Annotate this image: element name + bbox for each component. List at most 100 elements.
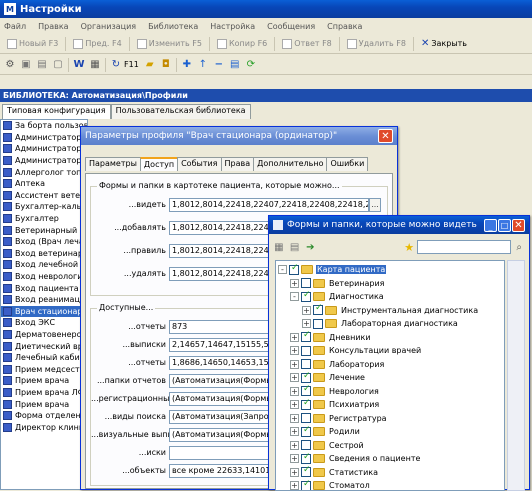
node-checkbox[interactable] xyxy=(301,479,311,490)
lock-icon[interactable]: ◘ xyxy=(159,58,173,72)
list-item[interactable]: Вход лечебной фи... xyxy=(1,259,87,271)
copy-button[interactable]: Копир F6 xyxy=(212,38,272,49)
tab-parameters[interactable]: Параметры xyxy=(85,157,141,171)
tree-node[interactable]: + Сестрой xyxy=(290,439,365,452)
forms-tree[interactable]: -Карта пациента +Ветеринария -Диагностик… xyxy=(275,260,505,491)
maximize-icon[interactable]: □ xyxy=(498,218,511,232)
list-item[interactable]: Вход ветеринар xyxy=(1,248,87,260)
list-item[interactable]: Ветеринарный кл... xyxy=(1,224,87,236)
reply-button[interactable]: Ответ F8 xyxy=(277,38,337,49)
list-item[interactable]: Ассистент ветери... xyxy=(1,190,87,202)
menu-help[interactable]: Справка xyxy=(327,22,362,31)
properties-icon[interactable]: ▤ xyxy=(288,240,302,254)
tab-user-library[interactable]: Пользовательская библиотека xyxy=(110,104,251,119)
expand-toggle[interactable]: + xyxy=(290,481,299,490)
tree-node[interactable]: +Родили xyxy=(290,425,361,438)
menu-file[interactable]: Файл xyxy=(4,22,26,31)
tree-node[interactable]: +Сведения о пациенте xyxy=(290,452,421,465)
node-checkbox[interactable] xyxy=(289,263,299,275)
node-checkbox[interactable] xyxy=(301,425,311,437)
tree-node[interactable]: + Регистратура xyxy=(290,412,388,425)
node-checkbox[interactable] xyxy=(301,330,311,342)
expand-toggle[interactable]: + xyxy=(290,386,299,396)
expand-toggle[interactable]: + xyxy=(290,440,299,450)
menu-edit[interactable]: Правка xyxy=(38,22,68,31)
list-item[interactable]: Прием медсестры xyxy=(1,363,87,375)
refresh-page-icon[interactable]: ↻ xyxy=(109,58,123,72)
list-item[interactable]: Аптека xyxy=(1,178,87,190)
expand-toggle[interactable]: + xyxy=(302,305,311,315)
collapse-toggle[interactable]: - xyxy=(278,265,287,274)
minimize-icon[interactable]: _ xyxy=(484,218,497,232)
tab-additional[interactable]: Дополнительно xyxy=(253,157,328,171)
menu-library[interactable]: Библиотека xyxy=(148,22,198,31)
node-checkbox[interactable] xyxy=(301,278,311,288)
document-icon[interactable]: ▢ xyxy=(51,58,65,72)
menu-messages[interactable]: Сообщения xyxy=(267,22,315,31)
profiles-list[interactable]: За борта пользова... Администратор Админ… xyxy=(0,119,88,490)
tree-node[interactable]: +Дневники xyxy=(290,330,372,344)
tab-standard-config[interactable]: Типовая конфигурация xyxy=(2,104,111,119)
list-item[interactable]: Администратор xyxy=(1,132,87,144)
arrow-up-icon[interactable]: ↑ xyxy=(196,58,210,72)
f11-label[interactable]: F11 xyxy=(124,60,139,69)
close-icon[interactable]: ✕ xyxy=(378,129,393,143)
node-checkbox[interactable] xyxy=(301,359,311,369)
list-item[interactable]: Прием врача ЛФК xyxy=(1,387,87,399)
node-checkbox[interactable] xyxy=(301,345,311,356)
arrow-right-icon[interactable]: ➔ xyxy=(304,240,318,254)
list-item[interactable]: Форма отделения xyxy=(1,410,87,422)
menu-settings[interactable]: Настройка xyxy=(210,22,255,31)
tab-access[interactable]: Доступ xyxy=(139,157,179,171)
close-button[interactable]: ✕ Закрыть xyxy=(416,38,472,49)
node-checkbox[interactable] xyxy=(301,398,311,410)
tree-node[interactable]: +Психиатрия xyxy=(290,398,380,411)
expand-toggle[interactable]: + xyxy=(290,278,299,288)
list-item[interactable]: Администратор ЭК xyxy=(1,155,87,167)
tree-node[interactable]: +Лечение xyxy=(290,371,366,384)
search-icon[interactable]: ⌕ xyxy=(512,240,526,254)
properties-icon[interactable]: ▤ xyxy=(228,58,242,72)
node-checkbox[interactable] xyxy=(301,413,311,423)
add-icon[interactable]: ✚ xyxy=(180,58,194,72)
preview-button[interactable]: Пред. F4 xyxy=(68,38,126,49)
list-item[interactable]: Вход неврологии xyxy=(1,271,87,283)
tab-rights[interactable]: Права xyxy=(220,157,255,171)
collapse-toggle[interactable]: - xyxy=(290,292,299,301)
expand-toggle[interactable]: + xyxy=(290,359,299,369)
list-item[interactable]: Диетический врач xyxy=(1,340,87,352)
save-icon[interactable]: ▣ xyxy=(19,58,33,72)
new-button[interactable]: Новый F3 xyxy=(2,38,63,49)
delete-button[interactable]: Удалить F8 xyxy=(342,38,411,49)
list-item[interactable]: Администратор ОО xyxy=(1,143,87,155)
word-icon[interactable]: W xyxy=(72,58,86,72)
tab-errors[interactable]: Ошибки xyxy=(326,157,369,171)
print-icon[interactable]: ▤ xyxy=(35,58,49,72)
grid-icon[interactable]: ▦ xyxy=(272,240,286,254)
tree-node[interactable]: + Ветеринария xyxy=(290,277,386,290)
tree-node[interactable]: + Лабораторная диагностика xyxy=(302,317,459,330)
expand-toggle[interactable]: + xyxy=(302,319,311,328)
node-checkbox[interactable] xyxy=(313,303,323,315)
list-item-selected[interactable]: Врач стационара (вр... xyxy=(1,305,87,318)
favorite-star-icon[interactable]: ★ xyxy=(402,240,416,254)
node-checkbox[interactable] xyxy=(301,384,311,396)
tree-node[interactable]: -Карта пациента xyxy=(278,263,387,276)
tab-events[interactable]: События xyxy=(177,157,222,171)
list-item[interactable]: Вход (Врач лечащ... xyxy=(1,236,87,248)
expand-toggle[interactable]: + xyxy=(290,454,299,463)
list-item[interactable]: Аллерголог топика xyxy=(1,166,87,178)
edit-button[interactable]: Изменить F5 xyxy=(132,38,207,49)
gear-icon[interactable]: ⚙ xyxy=(3,58,17,72)
close-icon[interactable]: ✕ xyxy=(512,218,525,232)
list-item[interactable]: Лечебный кабинет xyxy=(1,352,87,364)
node-checkbox[interactable] xyxy=(301,465,311,477)
tree-node[interactable]: +Статистика xyxy=(290,465,379,479)
list-item[interactable]: За борта пользова... xyxy=(1,120,87,132)
refresh-icon[interactable]: ⟳ xyxy=(244,58,258,72)
list-item[interactable]: Прием врача xyxy=(1,375,87,387)
view-forms-field[interactable]: 1,8012,8014,22418,22407,22418,22408,2241… xyxy=(169,197,369,212)
tree-node[interactable]: +Инструментальная диагностика xyxy=(302,303,479,317)
tree-node[interactable]: + Лаборатория xyxy=(290,358,385,371)
expand-toggle[interactable]: + xyxy=(290,400,299,409)
